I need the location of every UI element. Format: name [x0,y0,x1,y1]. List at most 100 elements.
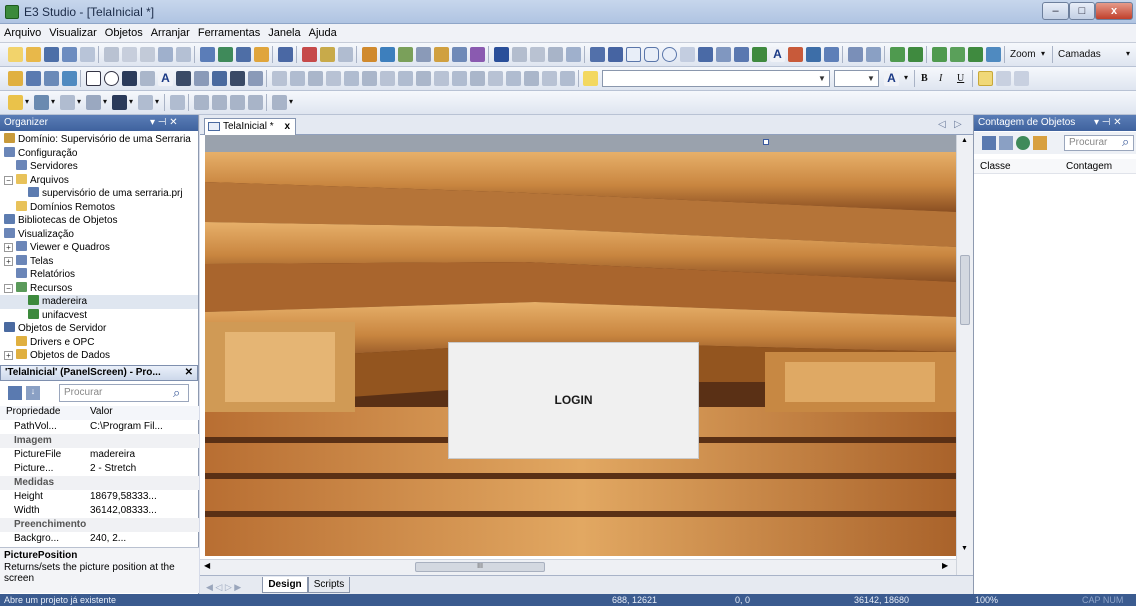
group-icon[interactable] [890,47,905,62]
table-icon[interactable] [452,47,467,62]
undo-icon[interactable] [158,47,173,62]
property-row[interactable]: Picture... 2 - Stretch [0,462,199,476]
order4-icon[interactable] [248,95,263,110]
property-category[interactable]: Imagem [0,434,199,448]
sort-alpha-icon[interactable] [999,136,1013,150]
tree-item[interactable]: + Objetos de Dados [0,349,198,363]
check-icon[interactable] [62,71,77,86]
tree-item[interactable]: + Telas [0,254,198,269]
open-folder-icon[interactable] [26,47,41,62]
shadow-icon[interactable] [138,95,153,110]
tab-scroll-left-icon[interactable]: ◁ [938,119,946,130]
center-icon[interactable] [344,71,359,86]
tree-item[interactable]: Visualização [0,227,198,242]
vertical-scrollbar[interactable]: ▲ ▼ [956,135,973,575]
tree-item[interactable]: Domínios Remotos [0,200,198,215]
database-icon[interactable] [380,47,395,62]
label-icon[interactable]: A [158,71,173,86]
menu-ferramentas[interactable]: Ferramentas [194,24,264,39]
checkbox-icon[interactable] [86,71,101,86]
font-name-combo[interactable]: ▼ [602,70,830,87]
close-icon[interactable]: ✕ [185,366,193,380]
order2-icon[interactable] [212,95,227,110]
sort-alpha-icon[interactable]: ↓ [26,386,40,400]
flip-icon[interactable] [542,71,557,86]
move-icon[interactable] [506,71,521,86]
property-row[interactable]: Height 18679,58333... [0,490,199,504]
property-value[interactable]: 18679,58333... [90,490,157,504]
spin-icon[interactable] [248,71,263,86]
tab-scripts[interactable]: Scripts [308,577,350,593]
tree-item[interactable]: − Arquivos [0,173,198,188]
copy-icon[interactable] [122,47,137,62]
align-left-icon[interactable] [848,47,863,62]
separator-icon[interactable] [140,71,155,86]
space-icon[interactable] [362,71,377,86]
hand-icon[interactable] [512,47,527,62]
property-category[interactable]: Preenchimento [0,518,199,532]
tab-nav-icons[interactable]: ◀ ◁ ▷ ▶ [206,582,241,593]
tab-close-icon[interactable]: x [284,119,290,134]
copy-format-icon[interactable] [968,47,983,62]
library-icon[interactable] [398,47,413,62]
panel-options-icon[interactable]: ▾ ⊣ ✕ [150,115,178,131]
chevron-down-icon[interactable]: ▾ [155,97,159,106]
italic-button[interactable]: I [939,73,942,84]
layers-dropdown[interactable]: Camadas [1058,49,1101,60]
minimize-button[interactable]: – [1042,2,1069,20]
align-bottom-icon[interactable] [308,71,323,86]
dash-style-icon[interactable] [86,95,101,110]
property-category[interactable]: Medidas [0,476,199,490]
tree-item[interactable]: Objetos de Servidor [0,322,198,336]
bold-button[interactable]: B [921,73,928,84]
menu-objetos[interactable]: Objetos [101,24,147,39]
horizontal-scrollbar[interactable]: ◀ III ▶ [200,559,956,575]
search-icon[interactable]: ⌕ [173,385,180,401]
tree-expander-icon[interactable]: + [4,243,13,252]
menu-arquivo[interactable]: Arquivo [0,24,45,39]
textbox-icon[interactable] [176,71,191,86]
tab-telainicial[interactable]: TelaInicial * x [204,118,296,135]
radio-icon[interactable] [104,71,119,86]
chevron-down-icon[interactable]: ▾ [25,97,29,106]
screen-object-icon[interactable] [26,71,41,86]
tab-design[interactable]: Design [262,577,308,593]
tab-scroll-right-icon[interactable]: ▷ [954,119,962,130]
setpoint-icon[interactable] [806,47,821,62]
snap-icon[interactable] [416,71,431,86]
text-tool-icon[interactable]: A [770,47,785,62]
menu-visualizar[interactable]: Visualizar [45,24,101,39]
folder-icon[interactable] [8,71,23,86]
fill-bucket-icon[interactable] [8,95,23,110]
tree-item[interactable]: + Viewer e Quadros [0,241,198,255]
property-value[interactable]: C:\Program Fil... [90,420,163,434]
display-icon[interactable] [788,47,803,62]
filter-icon[interactable] [1033,136,1047,150]
list-icon[interactable] [122,71,137,86]
line-style-icon[interactable] [60,95,75,110]
new-file-icon[interactable] [8,47,23,62]
panel-options-icon[interactable]: ▾ ⊣ ✕ [1094,115,1122,131]
scroll-down-icon[interactable]: ▼ [961,545,968,552]
scroll-up-icon[interactable]: ▲ [961,137,968,144]
property-value[interactable]: madereira [90,448,135,462]
tree-expander-icon[interactable]: + [4,256,13,266]
bring-front-icon[interactable] [932,47,947,62]
tree-expander-icon[interactable]: − [4,283,13,293]
chevron-down-icon[interactable]: ▾ [51,97,55,106]
property-row[interactable]: PictureFile madereira [0,448,199,462]
scroll-left-icon[interactable]: ◀ [204,561,210,570]
shape-icon[interactable] [734,47,749,62]
property-row[interactable]: Width 36142,08333... [0,504,199,518]
design-canvas[interactable]: LOGIN ▲ ▼ ◀ III ▶ [200,135,973,575]
tree-item[interactable]: Relatórios [0,268,198,282]
alarm-icon[interactable] [434,47,449,62]
ellipse-icon[interactable] [662,47,677,62]
refresh-icon[interactable] [1016,136,1030,150]
selection-handle[interactable] [763,139,769,145]
tree-expander-icon[interactable]: − [4,175,13,185]
chevron-down-icon[interactable]: ▾ [1126,49,1130,58]
ungroup-icon[interactable] [908,47,923,62]
chevron-down-icon[interactable]: ▾ [77,97,81,106]
line-color-icon[interactable] [34,95,49,110]
